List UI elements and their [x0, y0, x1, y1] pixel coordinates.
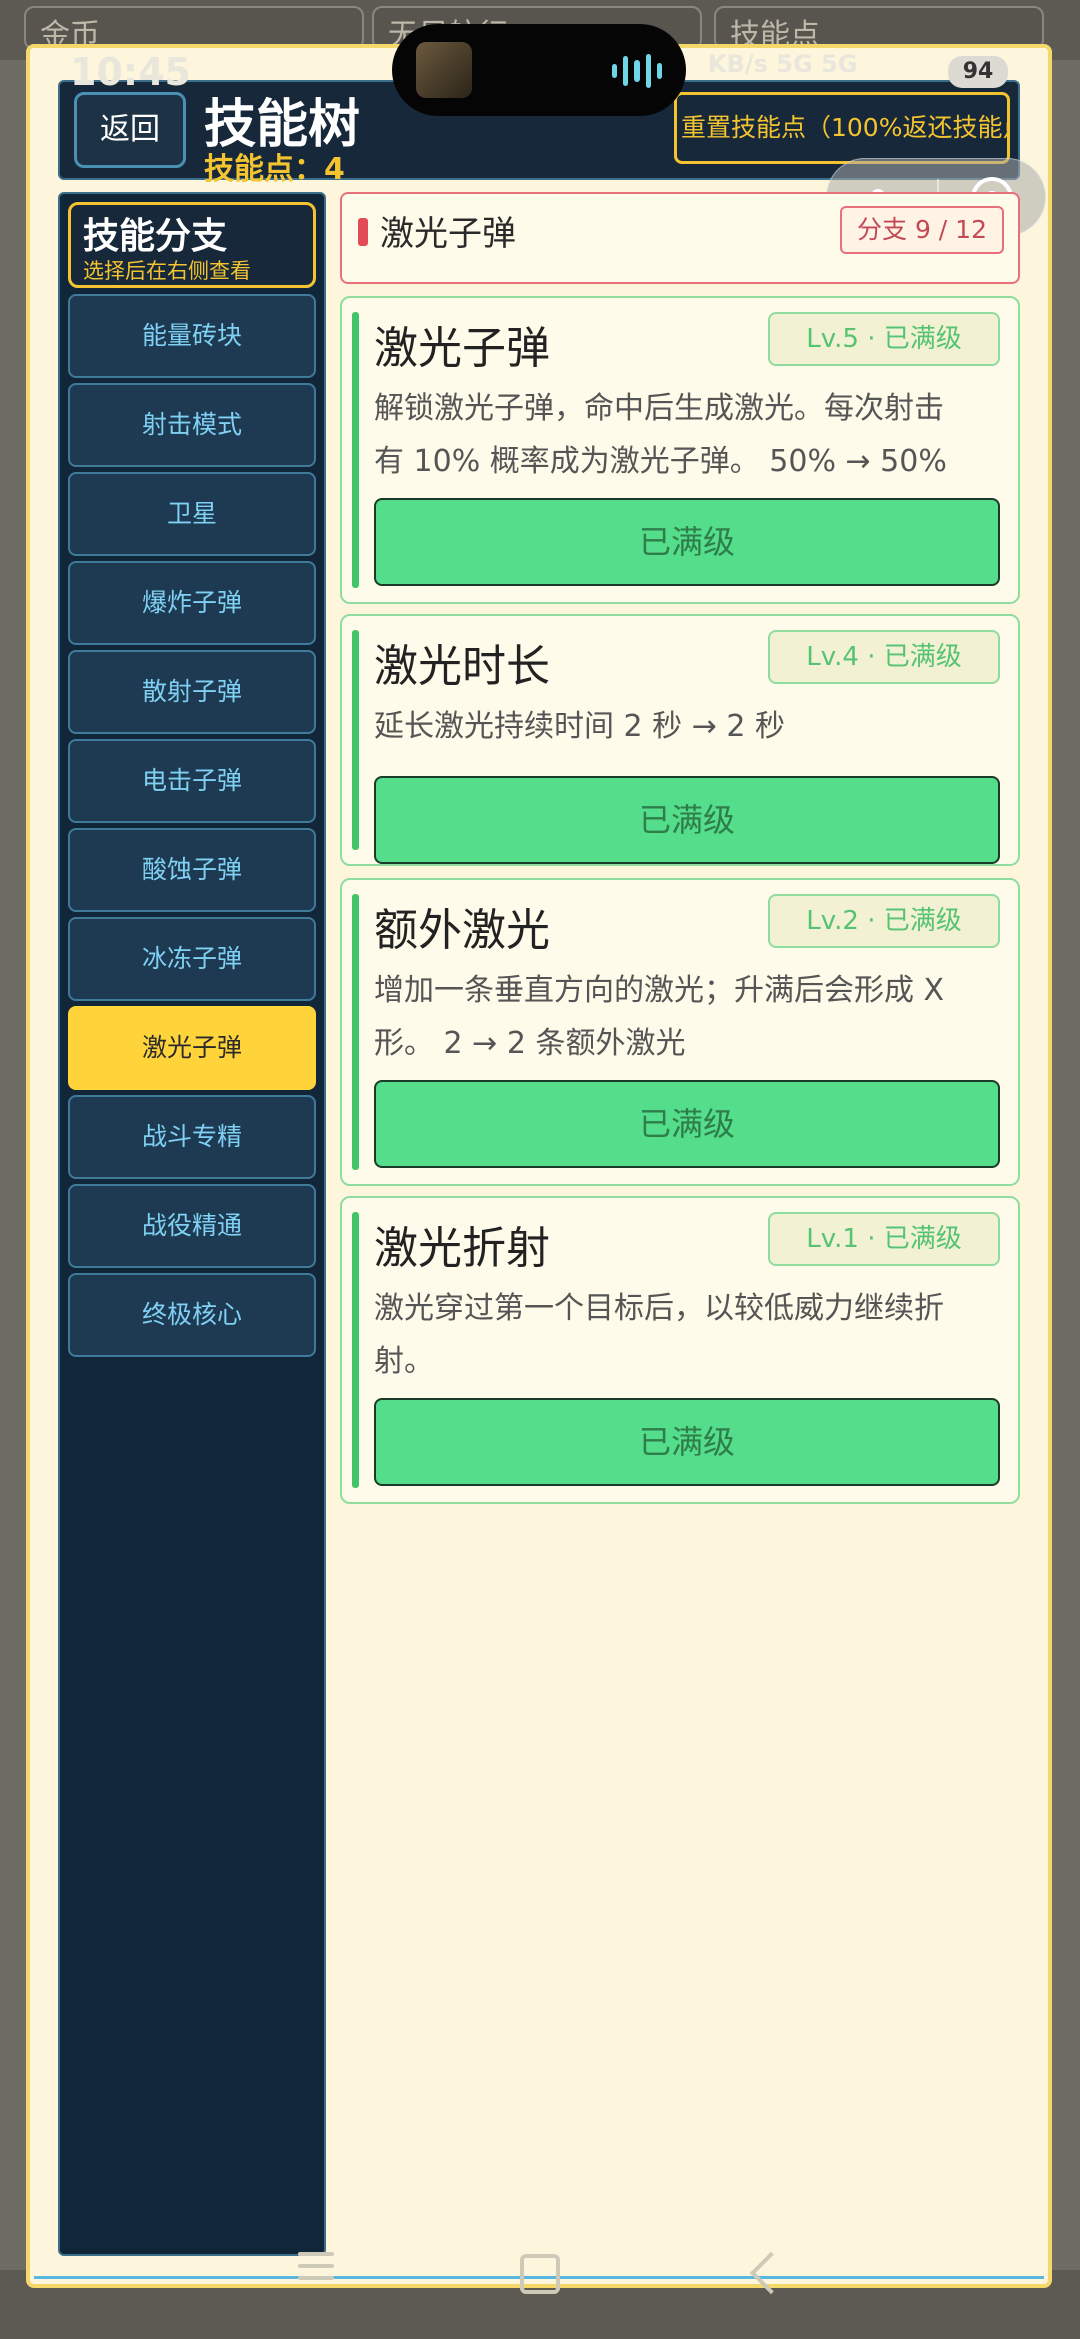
network-status: KB/s 5G 5G	[708, 50, 858, 78]
skill-max-button[interactable]: 已满级	[374, 1398, 1000, 1486]
skill-desc-line: 延长激光持续时间 2 秒 → 2 秒	[374, 709, 785, 744]
skill-card: 激光子弹 Lv.5 · 已满级 解锁激光子弹，命中后生成激光。每次射击 有 10…	[340, 296, 1020, 604]
branch-header: 激光子弹 分支 9 / 12	[340, 192, 1020, 284]
skill-desc-line: 形。 2 → 2 条额外激光	[374, 1026, 686, 1061]
sidebar-item-campaign-mastery[interactable]: 战役精通	[68, 1184, 316, 1268]
sidebar-item-acid-bullet[interactable]: 酸蚀子弹	[68, 828, 316, 912]
branch-marker	[358, 218, 368, 246]
skill-desc-line: 激光穿过第一个目标后，以较低威力继续折	[374, 1291, 944, 1326]
sidebar-item-energy-brick[interactable]: 能量砖块	[68, 294, 316, 378]
sidebar-item-explosive-bullet[interactable]: 爆炸子弹	[68, 561, 316, 645]
skill-max-button[interactable]: 已满级	[374, 776, 1000, 864]
skill-title: 激光子弹	[374, 323, 550, 374]
media-thumbnail-icon	[416, 42, 472, 98]
branch-index-badge: 分支 9 / 12	[840, 206, 1004, 254]
sidebar-subtitle: 选择后在右侧查看	[83, 259, 251, 283]
skill-title: 激光折射	[374, 1223, 550, 1274]
reset-skill-points-button[interactable]: 重置技能点（100%返还技能点）	[674, 92, 1010, 164]
menu-icon[interactable]	[298, 2252, 334, 2294]
skill-level-badge: Lv.4 · 已满级	[768, 630, 1000, 684]
card-accent	[352, 312, 359, 588]
skill-max-button[interactable]: 已满级	[374, 1080, 1000, 1168]
skill-desc-line: 有 10% 概率成为激光子弹。 50% → 50%	[374, 444, 947, 479]
card-accent	[352, 894, 359, 1170]
card-accent	[352, 1212, 359, 1488]
sidebar-header: 技能分支 选择后在右侧查看	[68, 202, 316, 288]
sidebar-item-ultimate-core[interactable]: 终极核心	[68, 1273, 316, 1357]
dynamic-island	[392, 24, 686, 116]
skill-points-label: 技能点：4	[204, 152, 345, 187]
back-button[interactable]: 返回	[74, 92, 186, 168]
audio-wave-icon	[612, 54, 663, 88]
skill-desc-line: 射。	[374, 1344, 434, 1379]
sidebar-item-shock-bullet[interactable]: 电击子弹	[68, 739, 316, 823]
battery-icon: 94	[948, 56, 1008, 88]
skill-max-button[interactable]: 已满级	[374, 498, 1000, 586]
skill-level-badge: Lv.5 · 已满级	[768, 312, 1000, 366]
sidebar-item-freeze-bullet[interactable]: 冰冻子弹	[68, 917, 316, 1001]
sidebar-item-shooting-mode[interactable]: 射击模式	[68, 383, 316, 467]
card-accent	[352, 630, 359, 850]
branch-sidebar: 技能分支 选择后在右侧查看 能量砖块 射击模式 卫星 爆炸子弹 散射子弹 电击子…	[58, 192, 326, 2256]
skill-desc-line: 增加一条垂直方向的激光；升满后会形成 X	[374, 973, 945, 1008]
branch-name: 激光子弹	[380, 214, 516, 254]
sidebar-item-laser-bullet[interactable]: 激光子弹	[68, 1006, 316, 1090]
skill-card: 激光时长 Lv.4 · 已满级 延长激光持续时间 2 秒 → 2 秒 已满级	[340, 614, 1020, 866]
skill-level-badge: Lv.1 · 已满级	[768, 1212, 1000, 1266]
sidebar-item-satellite[interactable]: 卫星	[68, 472, 316, 556]
skill-title: 额外激光	[374, 905, 550, 956]
home-icon[interactable]	[520, 2254, 560, 2294]
skill-desc-line: 解锁激光子弹，命中后生成激光。每次射击	[374, 391, 944, 426]
skill-card: 激光折射 Lv.1 · 已满级 激光穿过第一个目标后，以较低威力继续折 射。 已…	[340, 1196, 1020, 1504]
skill-level-badge: Lv.2 · 已满级	[768, 894, 1000, 948]
sidebar-item-scatter-bullet[interactable]: 散射子弹	[68, 650, 316, 734]
sidebar-title: 技能分支	[83, 216, 228, 257]
skill-card: 额外激光 Lv.2 · 已满级 增加一条垂直方向的激光；升满后会形成 X 形。 …	[340, 878, 1020, 1186]
sidebar-item-combat-mastery[interactable]: 战斗专精	[68, 1095, 316, 1179]
status-time: 10:45	[70, 50, 191, 94]
skill-title: 激光时长	[374, 641, 550, 692]
